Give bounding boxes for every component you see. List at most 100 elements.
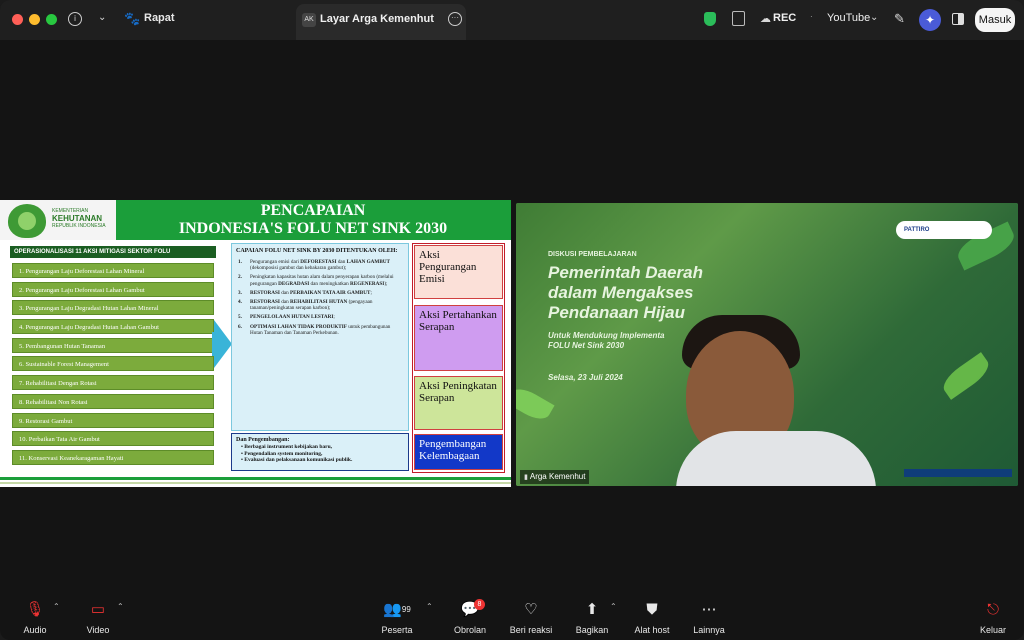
achievement-item: 3. RESTORASI dan PERBAIKAN TATA AIR GAMBU… xyxy=(238,289,372,296)
action-item: 4. Pengurangan Laju Degradasi Hutan Laha… xyxy=(12,319,214,335)
title-bar: i ⌄ 🐾 Rapat AK Layar Arga Kemenhut ··· ☁… xyxy=(0,0,1024,40)
slide-title-line1: PENCAPAIAN xyxy=(260,202,366,219)
actions-heading: OPERASIONALISASI 11 AKSI MITIGASI SEKTOR… xyxy=(10,246,216,258)
chevron-up-icon[interactable]: ⌃ xyxy=(426,602,433,611)
reactions-button[interactable]: ♡ Beri reaksi xyxy=(508,600,554,636)
chevron-down-icon[interactable]: ⌄ xyxy=(98,12,106,23)
action-item: 11. Konservasi Keanekaragaman Hayati xyxy=(12,449,214,465)
presenter-avatar: AK xyxy=(302,13,316,27)
close-window-button[interactable] xyxy=(12,14,23,25)
category-box: Aksi Peningkatan Serapan xyxy=(414,376,503,430)
shared-slide: KEMENTERIAN KEHUTANAN REPUBLIK INDONESIA… xyxy=(0,200,511,487)
host-tools-label: Alat host xyxy=(634,625,670,635)
action-item: 6. Sustainable Forest Management xyxy=(12,356,214,372)
participants-button[interactable]: 👥99 Peserta xyxy=(378,600,416,636)
participant-name: Arga Kemenhut xyxy=(529,472,586,481)
more-button[interactable]: ⋯ Lainnya xyxy=(692,600,726,636)
video-button[interactable]: ▭ Video xyxy=(83,600,113,636)
shield-icon[interactable] xyxy=(704,12,716,26)
cloud-record-icon: ☁ xyxy=(760,13,771,25)
stream-icon: · xyxy=(810,12,813,21)
achievement-item: 4. RESTORASI dan REHABILITASI HUTAN (peng… xyxy=(238,299,373,312)
more-options-icon[interactable]: ··· xyxy=(448,12,462,26)
video-off-icon: ▭ xyxy=(90,601,106,618)
participant-video[interactable]: PATTIRO DISKUSI PEMBELAJARAN Pemerintah … xyxy=(516,203,1018,486)
host-tools-button[interactable]: ⛊ Alat host xyxy=(632,600,672,636)
participants-icon: 👥99 xyxy=(383,601,411,618)
more-icon: ⋯ xyxy=(701,601,717,618)
meeting-toolbar: 🎙 Audio ⌃ ▭ Video ⌃ 👥99 Peserta ⌃ 💬 Obro… xyxy=(0,596,1024,640)
event-date: Selasa, 23 Juli 2024 xyxy=(548,373,623,382)
event-headline: Pendanaan Hijau xyxy=(548,303,685,322)
actions-list: 1. Pengurangan Laju Deforestasi Lahan Mi… xyxy=(12,263,214,469)
chevron-up-icon[interactable]: ⌃ xyxy=(117,602,124,611)
logo-big-text: KEHUTANAN xyxy=(52,214,103,223)
social-strip xyxy=(904,469,1012,477)
maximize-window-button[interactable] xyxy=(46,14,57,25)
video-label: Video xyxy=(86,625,110,635)
chat-label: Obrolan xyxy=(453,625,487,635)
paw-icon: 🐾 xyxy=(124,11,141,26)
heart-icon: ♡ xyxy=(524,601,538,618)
audio-button[interactable]: 🎙 Audio xyxy=(20,600,50,636)
achievement-item: 1. Pengurangan emisi dari DEFORESTASI dan… xyxy=(238,259,390,272)
ministry-logo: KEMENTERIAN KEHUTANAN REPUBLIK INDONESIA xyxy=(0,200,116,240)
share-screen-button[interactable]: ⬆ Bagikan xyxy=(574,600,610,636)
ai-companion-button[interactable]: ✦ xyxy=(919,9,941,31)
event-subline: FOLU Net Sink 2030 xyxy=(548,341,625,350)
category-box: Pengembangan Kelembagaan xyxy=(414,434,503,470)
chevron-down-icon[interactable]: ⌄ xyxy=(870,12,878,23)
leave-label: Keluar xyxy=(979,625,1006,635)
achievement-item: 2. Peningkatan kapasitas hutan alam dalam… xyxy=(238,274,394,287)
view-toggle-icon[interactable] xyxy=(952,13,964,25)
share-tab-label: Layar Arga Kemenhut xyxy=(320,13,434,25)
action-item: 3. Pengurangan Laju Degradasi Hutan Laha… xyxy=(12,300,214,316)
org-logo: PATTIRO xyxy=(896,221,992,239)
person-shirt xyxy=(676,431,876,486)
participants-label: Peserta xyxy=(381,625,413,635)
chevron-up-icon[interactable]: ⌃ xyxy=(610,602,617,611)
participant-name-tag: ▮ Arga Kemenhut xyxy=(520,470,590,484)
signal-bars-icon: ▮ xyxy=(524,474,528,481)
info-icon[interactable]: i xyxy=(68,12,82,26)
pencil-icon[interactable]: ✎ xyxy=(894,11,905,27)
notes-icon[interactable] xyxy=(732,11,745,26)
action-item: 8. Rehabilitasi Non Rotasi xyxy=(12,393,214,409)
action-item: 5. Pembangunan Hutan Tanaman xyxy=(12,337,214,353)
development-item: • Evaluasi dan pelaksanaan komunikasi pu… xyxy=(241,457,353,463)
sign-in-button[interactable]: Masuk xyxy=(975,8,1015,32)
chevron-up-icon[interactable]: ⌃ xyxy=(53,602,60,611)
meeting-title: Rapat xyxy=(144,12,175,24)
event-label: DISKUSI PEMBELAJARAN xyxy=(548,251,637,258)
logo-sub-text: REPUBLIK INDONESIA xyxy=(52,223,106,229)
window-controls xyxy=(12,14,57,25)
chat-count-badge: 8 xyxy=(474,599,485,610)
audio-label: Audio xyxy=(23,625,47,635)
action-item: 9. Restorasi Gambut xyxy=(12,412,214,428)
screen-share-tab[interactable]: AK Layar Arga Kemenhut ··· xyxy=(296,4,466,40)
minimize-window-button[interactable] xyxy=(29,14,40,25)
arrow-right-icon xyxy=(214,320,232,368)
action-item: 2. Pengurangan Laju Deforestasi Lahan Ga… xyxy=(12,281,214,297)
record-label[interactable]: REC xyxy=(773,12,796,24)
category-box: Aksi Pertahankan Serapan xyxy=(414,305,503,371)
meeting-window: i ⌄ 🐾 Rapat AK Layar Arga Kemenhut ··· ☁… xyxy=(0,0,1024,640)
slide-title-line2: INDONESIA'S FOLU NET SINK 2030 xyxy=(178,220,448,237)
achievement-item: 5. PENGELOLAAN HUTAN LESTARI; xyxy=(238,314,335,321)
livestream-label[interactable]: YouTube xyxy=(827,12,870,24)
shield-icon: ⛊ xyxy=(646,601,658,618)
event-headline: dalam Mengakses xyxy=(548,283,694,302)
reactions-label: Beri reaksi xyxy=(509,625,553,635)
slide-footer-stripes xyxy=(0,477,511,487)
category-box: Aksi Pengurangan Emisi xyxy=(414,245,503,299)
development-box: Dan Pengembangan: • Berbagai instrument … xyxy=(231,433,409,471)
achievement-item: 6. OPTIMASI LAHAN TIDAK PRODUKTIF untuk p… xyxy=(238,323,391,336)
leave-icon: ⎋ xyxy=(987,601,999,618)
slide-header: KEMENTERIAN KEHUTANAN REPUBLIK INDONESIA… xyxy=(0,200,511,240)
leave-button[interactable]: ⎋ Keluar xyxy=(978,600,1008,636)
share-screen-icon: ⬆ xyxy=(585,601,599,618)
tree-emblem-icon xyxy=(8,204,46,238)
action-item: 10. Perbaikan Tata Air Gambut xyxy=(12,431,214,447)
participants-count: 99 xyxy=(401,605,411,614)
slide-title: PENCAPAIAN INDONESIA'S FOLU NET SINK 203… xyxy=(130,202,496,238)
